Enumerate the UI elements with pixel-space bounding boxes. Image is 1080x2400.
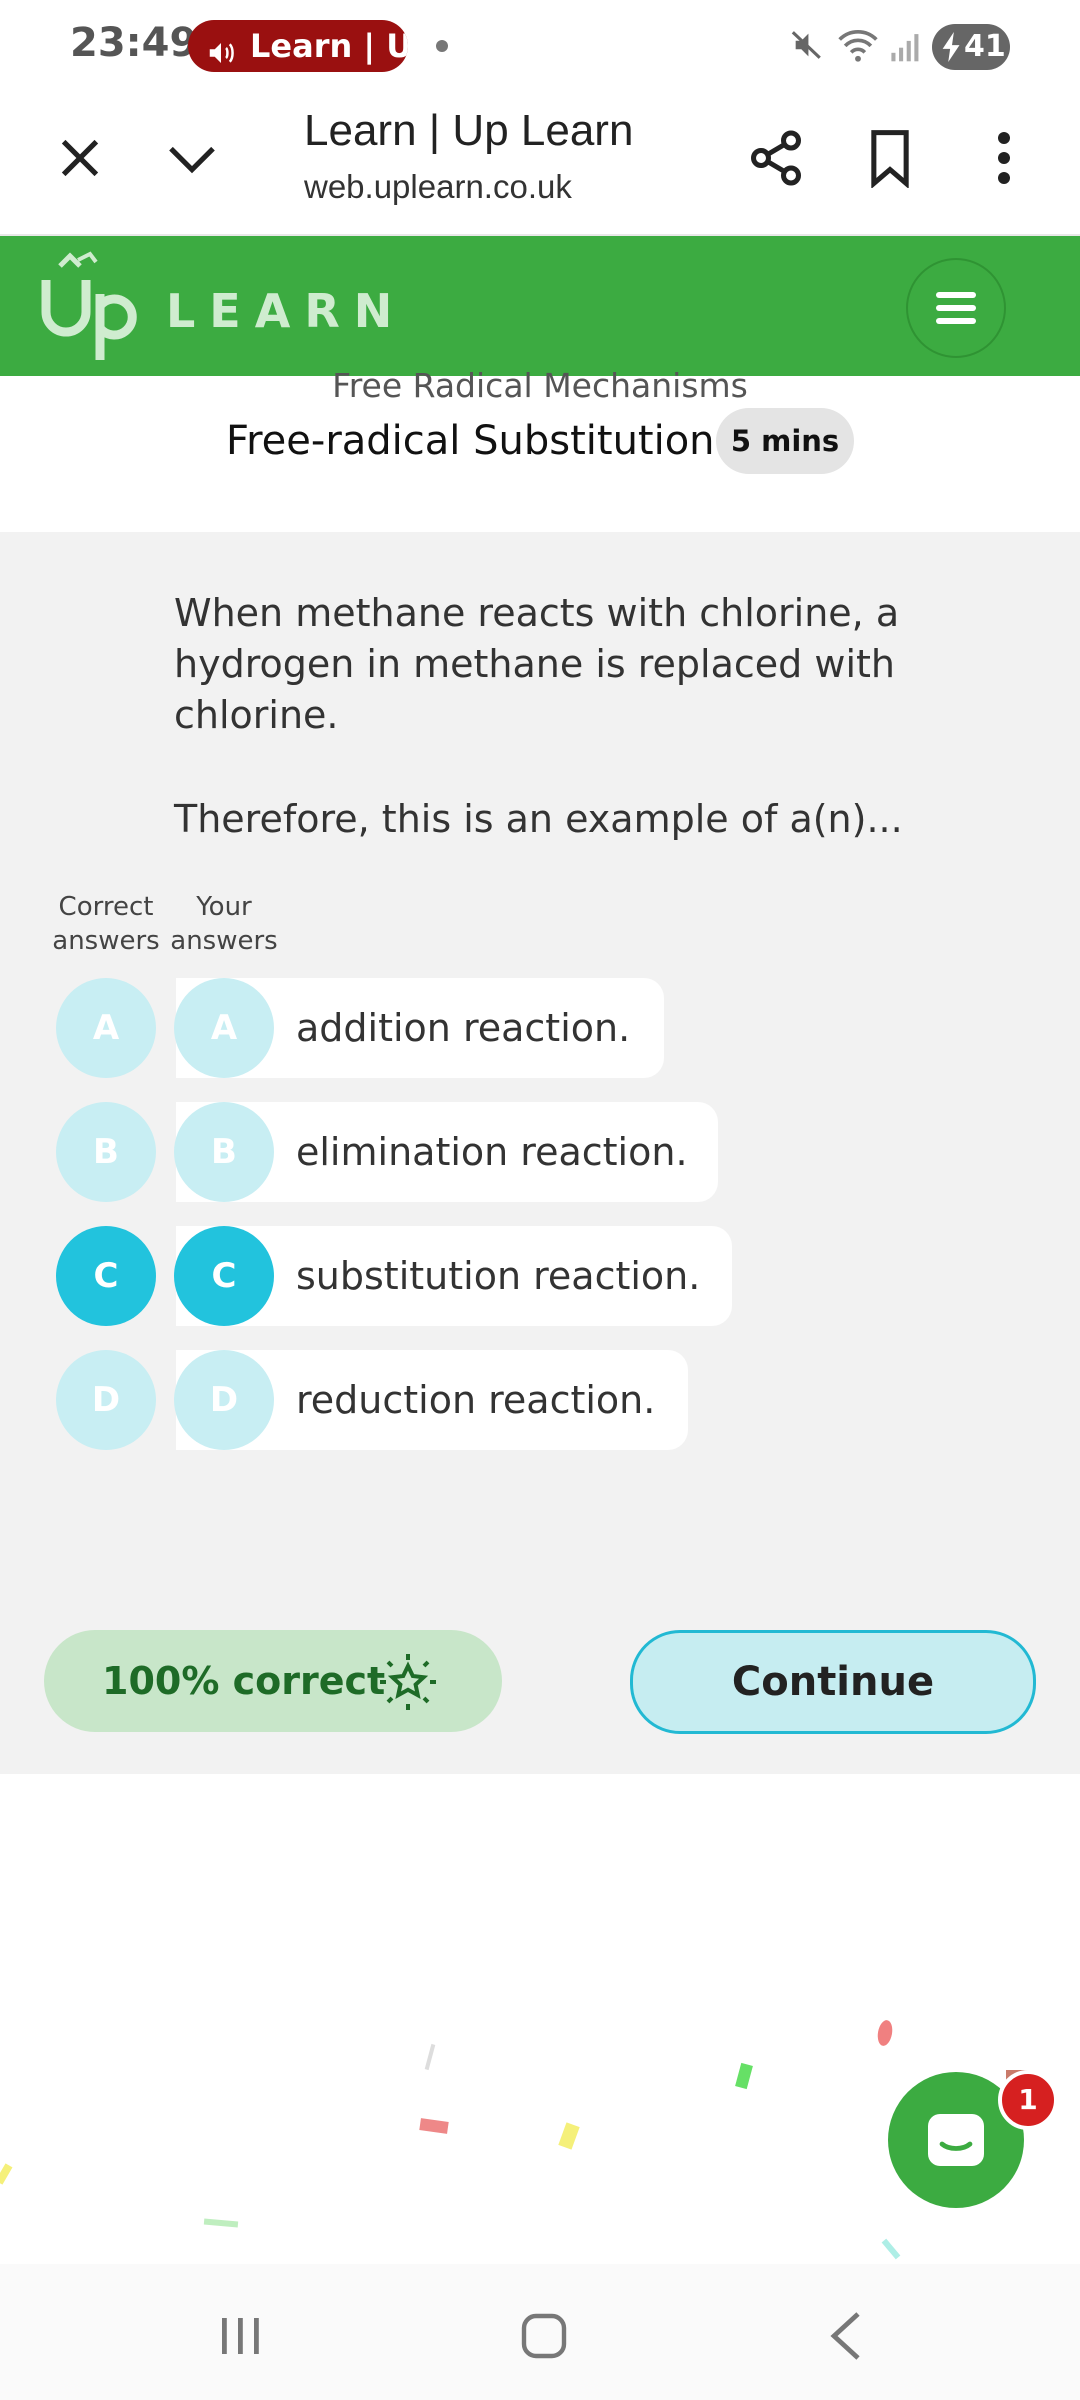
notification-dot-icon xyxy=(436,40,448,52)
media-chip-label: Learn | Up xyxy=(250,27,408,65)
confetti-piece xyxy=(735,2062,753,2090)
chat-icon xyxy=(928,2114,984,2166)
status-time: 23:49 xyxy=(70,20,198,66)
mute-icon xyxy=(790,28,824,66)
option-c-label: substitution reaction. xyxy=(296,1254,701,1298)
your-answers-header: Your answers xyxy=(170,892,278,956)
star-burst-icon xyxy=(378,1652,438,1716)
speaker-icon xyxy=(206,31,236,72)
share-icon[interactable] xyxy=(746,128,806,188)
battery-level: 41 xyxy=(964,29,1006,64)
correct-answer-c: C xyxy=(56,1226,156,1326)
correct-answer-a: A xyxy=(56,978,156,1078)
chat-notification-badge: 1 xyxy=(998,2070,1058,2130)
status-bar: 23:49 Learn | Up 41 xyxy=(0,0,1080,92)
continue-button[interactable]: Continue xyxy=(630,1630,1036,1734)
correct-answer-d: D xyxy=(56,1350,156,1450)
battery-indicator: 41 xyxy=(932,24,1010,70)
up-learn-logo-icon[interactable] xyxy=(38,250,148,366)
back-icon[interactable] xyxy=(826,2310,866,2366)
hamburger-icon xyxy=(936,292,976,324)
confetti-piece xyxy=(881,2238,901,2260)
logo-wordmark: LEARN xyxy=(166,284,407,338)
your-answer-d[interactable]: D xyxy=(174,1350,274,1450)
menu-button[interactable] xyxy=(906,258,1006,358)
bookmark-icon[interactable] xyxy=(862,128,918,189)
option-b-label: elimination reaction. xyxy=(296,1130,688,1174)
confetti-piece xyxy=(419,2118,449,2134)
breadcrumb: Free Radical Mechanisms xyxy=(332,366,748,405)
confetti-piece xyxy=(424,2043,436,2071)
lesson-title: Free-radical Substitution xyxy=(226,418,715,464)
duration-badge: 5 mins xyxy=(716,408,854,474)
question-text: When methane reacts with chlorine, a hyd… xyxy=(174,591,900,737)
wifi-icon xyxy=(836,26,880,68)
app-header: LEARN xyxy=(0,236,1080,376)
browser-toolbar: Learn | Up Learn web.uplearn.co.uk xyxy=(0,92,1080,236)
score-badge: 100% correct xyxy=(44,1630,502,1732)
confetti-piece xyxy=(203,2218,239,2228)
page-title: Learn | Up Learn xyxy=(304,106,634,155)
option-d-label: reduction reaction. xyxy=(296,1378,656,1422)
correct-answers-header: Correct answers xyxy=(52,892,160,956)
your-answer-c[interactable]: C xyxy=(174,1226,274,1326)
home-icon[interactable] xyxy=(520,2312,568,2364)
charging-bolt-icon xyxy=(942,24,962,76)
question-panel: When methane reacts with chlorine, a hyd… xyxy=(0,532,1080,1774)
page-url[interactable]: web.uplearn.co.uk xyxy=(304,168,572,206)
option-a-label: addition reaction. xyxy=(296,1006,631,1050)
your-answer-a[interactable]: A xyxy=(174,978,274,1078)
confetti-piece xyxy=(558,2122,580,2150)
confetti-piece xyxy=(0,2163,13,2185)
question-prompt: Therefore, this is an example of a(n)... xyxy=(174,797,903,841)
confetti-piece xyxy=(875,2018,895,2048)
more-options-icon[interactable] xyxy=(984,128,1024,188)
recent-apps-icon[interactable] xyxy=(218,2314,264,2362)
system-navigation-bar xyxy=(0,2264,1080,2400)
score-text: 100% correct xyxy=(102,1659,386,1703)
close-icon[interactable] xyxy=(52,130,108,186)
chevron-down-icon[interactable] xyxy=(162,130,222,186)
media-playing-chip[interactable]: Learn | Up xyxy=(188,20,408,72)
your-answer-b[interactable]: B xyxy=(174,1102,274,1202)
signal-icon xyxy=(888,28,922,68)
correct-answer-b: B xyxy=(56,1102,156,1202)
